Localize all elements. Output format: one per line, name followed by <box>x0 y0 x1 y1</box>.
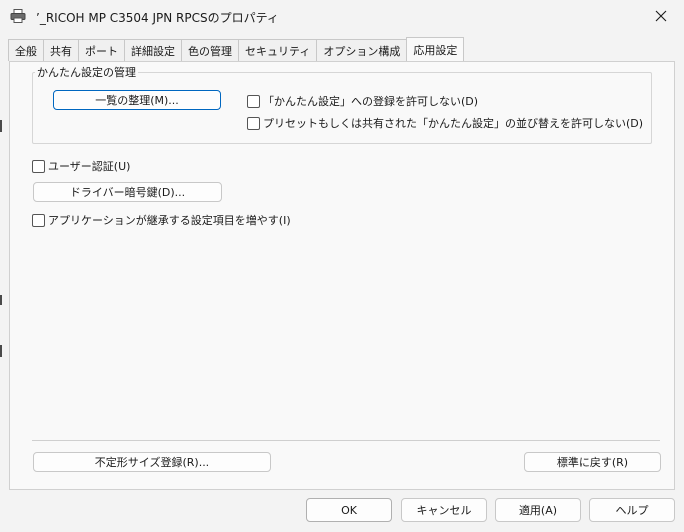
checkbox-box <box>247 116 260 130</box>
custom-size-button[interactable]: 不定形サイズ登録(R)... <box>33 452 271 472</box>
tab-ports[interactable]: ポート <box>78 39 125 61</box>
close-button[interactable] <box>638 0 684 32</box>
window-title: ’_RICOH MP C3504 JPN RPCSのプロパティ <box>36 11 279 25</box>
checkbox-label: アプリケーションが継承する設定項目を増やす(I) <box>48 214 291 227</box>
checkbox-box <box>32 159 45 173</box>
user-auth-checkbox[interactable]: ユーザー認証(U) <box>32 158 130 174</box>
driver-key-button[interactable]: ドライバー暗号鍵(D)... <box>33 182 222 202</box>
disallow-reorder-checkbox[interactable]: プリセットもしくは共有された「かんたん設定」の並び替えを許可しない(D) <box>247 115 643 131</box>
title-bar: ’_RICOH MP C3504 JPN RPCSのプロパティ <box>0 0 684 34</box>
restore-defaults-button[interactable]: 標準に戻す(R) <box>524 452 661 472</box>
window-edge-mark <box>0 295 2 305</box>
cancel-button[interactable]: キャンセル <box>401 498 487 522</box>
tab-applied-settings[interactable]: 応用設定 <box>406 37 465 61</box>
app-inherit-settings-checkbox[interactable]: アプリケーションが継承する設定項目を増やす(I) <box>32 212 291 228</box>
checkbox-box <box>32 213 45 227</box>
checkbox-label: プリセットもしくは共有された「かんたん設定」の並び替えを許可しない(D) <box>263 117 644 130</box>
tab-color-management[interactable]: 色の管理 <box>181 39 239 61</box>
tab-sharing[interactable]: 共有 <box>43 39 79 61</box>
help-button[interactable]: ヘルプ <box>589 498 675 522</box>
tab-security[interactable]: セキュリティ <box>238 39 318 61</box>
checkbox-box <box>247 94 260 108</box>
close-icon <box>655 10 667 22</box>
tab-option-config[interactable]: オプション構成 <box>316 39 408 61</box>
tab-advanced[interactable]: 詳細設定 <box>124 39 182 61</box>
manage-list-button[interactable]: 一覧の整理(M)... <box>53 90 221 110</box>
checkbox-label: 「かんたん設定」への登録を許可しない(D) <box>263 95 479 108</box>
tab-strip: 全般 共有 ポート 詳細設定 色の管理 セキュリティ オプション構成 応用設定 <box>8 37 465 61</box>
window-edge-mark <box>0 345 2 357</box>
tab-panel: かんたん設定の管理 一覧の整理(M)... 「かんたん設定」への登録を許可しない… <box>9 61 675 490</box>
disallow-registration-checkbox[interactable]: 「かんたん設定」への登録を許可しない(D) <box>247 93 478 109</box>
printer-icon <box>10 9 26 23</box>
separator <box>32 440 660 441</box>
window-edge-mark <box>0 120 2 132</box>
group-label: かんたん設定の管理 <box>35 64 138 80</box>
tab-general[interactable]: 全般 <box>8 39 44 61</box>
easy-settings-group: かんたん設定の管理 一覧の整理(M)... 「かんたん設定」への登録を許可しない… <box>32 64 652 144</box>
apply-button[interactable]: 適用(A) <box>495 498 581 522</box>
checkbox-label: ユーザー認証(U) <box>48 160 131 173</box>
ok-button[interactable]: OK <box>306 498 392 522</box>
